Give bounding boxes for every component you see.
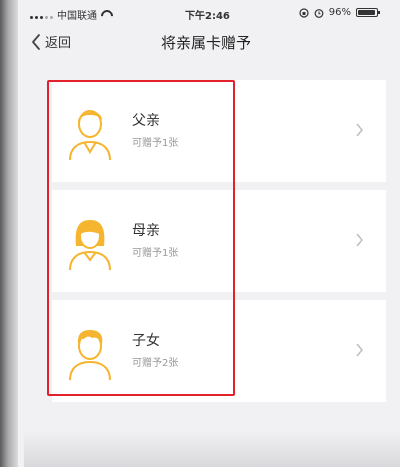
chevron-right-icon bbox=[356, 233, 363, 247]
alarm-icon bbox=[314, 8, 324, 18]
photo-edge-shadow bbox=[0, 0, 18, 467]
list-item-father[interactable]: 父亲 可赠予1张 bbox=[52, 80, 386, 182]
mother-avatar-icon bbox=[69, 220, 111, 271]
status-time: 下午2:46 bbox=[185, 11, 230, 22]
carrier-label: 中国联通 bbox=[57, 11, 97, 22]
item-quota: 可赠予1张 bbox=[132, 248, 179, 259]
item-name: 母亲 bbox=[132, 223, 160, 239]
child-avatar-icon bbox=[69, 330, 111, 381]
father-avatar-icon bbox=[69, 110, 111, 161]
battery-fill bbox=[358, 10, 376, 15]
status-right: 96% bbox=[299, 7, 380, 18]
status-bar: 中国联通 下午2:46 96% bbox=[12, 0, 400, 26]
item-quota: 可赠予2张 bbox=[132, 358, 179, 369]
battery-percent: 96% bbox=[328, 7, 351, 18]
chevron-right-icon bbox=[356, 343, 363, 357]
signal-icon bbox=[30, 10, 53, 19]
wifi-icon bbox=[101, 10, 113, 19]
item-quota: 可赠予1张 bbox=[132, 138, 179, 149]
page-title: 将亲属卡赠予 bbox=[160, 34, 251, 52]
chevron-right-icon bbox=[356, 123, 363, 137]
orientation-lock-icon bbox=[299, 7, 309, 18]
phone-screen: 中国联通 下午2:46 96% 返回 将亲属卡赠予 父亲 可赠予1张 母亲 可赠… bbox=[12, 0, 400, 467]
item-name: 子女 bbox=[132, 333, 160, 349]
bottom-shade bbox=[24, 430, 400, 467]
item-name: 父亲 bbox=[132, 113, 160, 129]
battery-icon bbox=[356, 8, 380, 17]
nav-bar: 返回 将亲属卡赠予 bbox=[12, 26, 400, 58]
list-item-mother[interactable]: 母亲 可赠予1张 bbox=[52, 190, 386, 292]
list-item-child[interactable]: 子女 可赠予2张 bbox=[52, 300, 386, 402]
status-left: 中国联通 bbox=[30, 7, 113, 22]
relative-list: 父亲 可赠予1张 母亲 可赠予1张 子女 可赠予2张 bbox=[52, 80, 386, 410]
